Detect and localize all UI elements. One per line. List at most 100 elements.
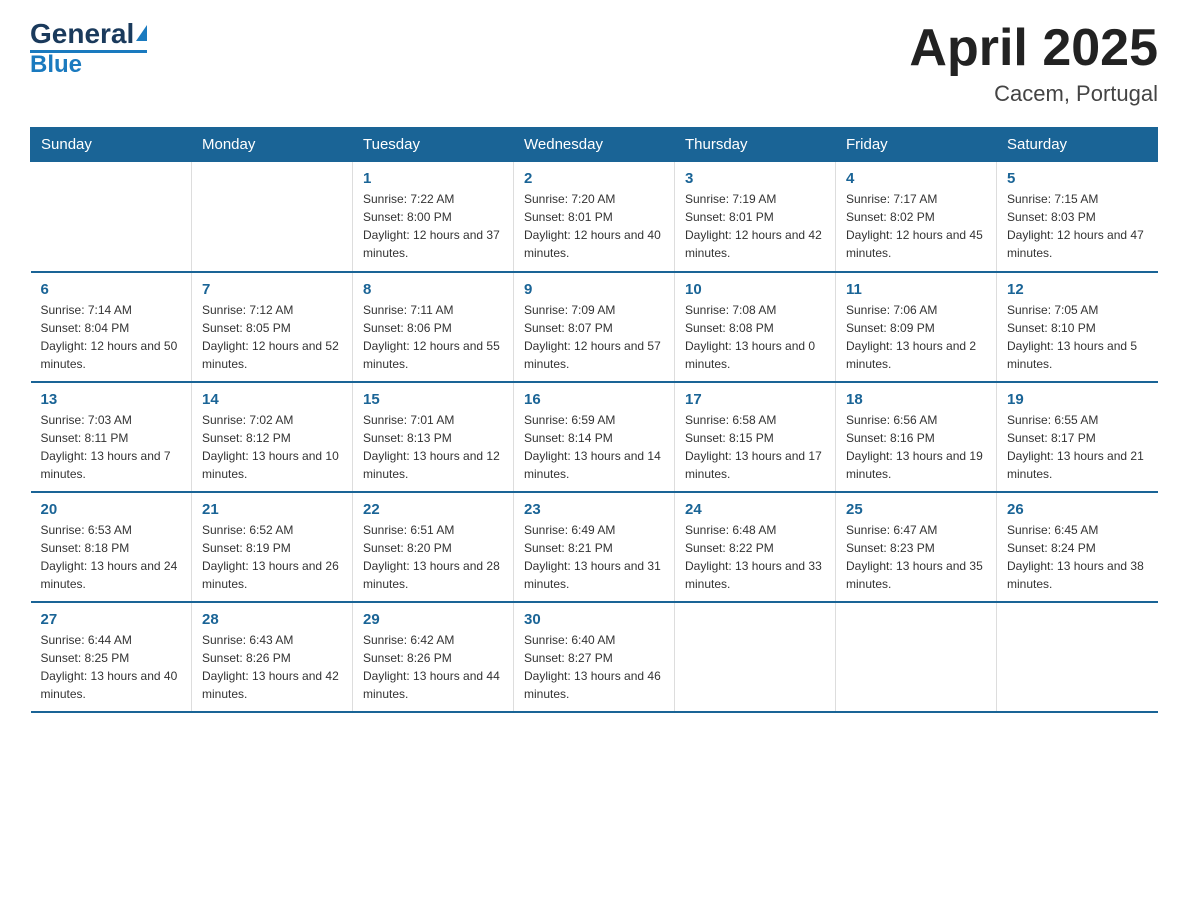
day-number: 27 <box>41 611 182 628</box>
day-info: Sunrise: 7:14 AMSunset: 8:04 PMDaylight:… <box>41 303 178 371</box>
day-number: 10 <box>685 281 825 298</box>
day-number: 8 <box>363 281 503 298</box>
logo-text-dark: General <box>30 20 134 48</box>
table-row: 22 Sunrise: 6:51 AMSunset: 8:20 PMDaylig… <box>353 492 514 602</box>
table-row: 25 Sunrise: 6:47 AMSunset: 8:23 PMDaylig… <box>836 492 997 602</box>
day-info: Sunrise: 7:02 AMSunset: 8:12 PMDaylight:… <box>202 413 339 481</box>
day-info: Sunrise: 6:56 AMSunset: 8:16 PMDaylight:… <box>846 413 983 481</box>
table-row: 11 Sunrise: 7:06 AMSunset: 8:09 PMDaylig… <box>836 272 997 382</box>
day-info: Sunrise: 7:01 AMSunset: 8:13 PMDaylight:… <box>363 413 500 481</box>
day-number: 29 <box>363 611 503 628</box>
table-row: 27 Sunrise: 6:44 AMSunset: 8:25 PMDaylig… <box>31 602 192 712</box>
day-number: 11 <box>846 281 986 298</box>
day-info: Sunrise: 6:45 AMSunset: 8:24 PMDaylight:… <box>1007 523 1144 591</box>
day-info: Sunrise: 6:44 AMSunset: 8:25 PMDaylight:… <box>41 633 178 701</box>
title-section: April 2025 Cacem, Portugal <box>909 20 1158 107</box>
day-info: Sunrise: 7:15 AMSunset: 8:03 PMDaylight:… <box>1007 192 1144 260</box>
day-number: 25 <box>846 501 986 518</box>
day-number: 19 <box>1007 391 1148 408</box>
table-row: 16 Sunrise: 6:59 AMSunset: 8:14 PMDaylig… <box>514 382 675 492</box>
day-info: Sunrise: 7:08 AMSunset: 8:08 PMDaylight:… <box>685 303 815 371</box>
table-row: 2 Sunrise: 7:20 AMSunset: 8:01 PMDayligh… <box>514 162 675 272</box>
col-friday: Friday <box>836 128 997 162</box>
table-row: 15 Sunrise: 7:01 AMSunset: 8:13 PMDaylig… <box>353 382 514 492</box>
day-number: 30 <box>524 611 664 628</box>
calendar-table: Sunday Monday Tuesday Wednesday Thursday… <box>30 127 1158 713</box>
table-row: 13 Sunrise: 7:03 AMSunset: 8:11 PMDaylig… <box>31 382 192 492</box>
col-tuesday: Tuesday <box>353 128 514 162</box>
day-number: 1 <box>363 170 503 187</box>
table-row: 7 Sunrise: 7:12 AMSunset: 8:05 PMDayligh… <box>192 272 353 382</box>
day-info: Sunrise: 6:48 AMSunset: 8:22 PMDaylight:… <box>685 523 822 591</box>
table-row: 19 Sunrise: 6:55 AMSunset: 8:17 PMDaylig… <box>997 382 1158 492</box>
table-row: 28 Sunrise: 6:43 AMSunset: 8:26 PMDaylig… <box>192 602 353 712</box>
day-number: 15 <box>363 391 503 408</box>
day-number: 24 <box>685 501 825 518</box>
logo: General Blue <box>30 20 147 77</box>
table-row: 14 Sunrise: 7:02 AMSunset: 8:12 PMDaylig… <box>192 382 353 492</box>
day-number: 4 <box>846 170 986 187</box>
table-row: 12 Sunrise: 7:05 AMSunset: 8:10 PMDaylig… <box>997 272 1158 382</box>
col-wednesday: Wednesday <box>514 128 675 162</box>
day-info: Sunrise: 7:09 AMSunset: 8:07 PMDaylight:… <box>524 303 661 371</box>
day-info: Sunrise: 7:22 AMSunset: 8:00 PMDaylight:… <box>363 192 500 260</box>
day-number: 14 <box>202 391 342 408</box>
day-number: 13 <box>41 391 182 408</box>
calendar-title: April 2025 <box>909 20 1158 77</box>
table-row: 20 Sunrise: 6:53 AMSunset: 8:18 PMDaylig… <box>31 492 192 602</box>
day-info: Sunrise: 6:55 AMSunset: 8:17 PMDaylight:… <box>1007 413 1144 481</box>
table-row: 9 Sunrise: 7:09 AMSunset: 8:07 PMDayligh… <box>514 272 675 382</box>
table-row <box>675 602 836 712</box>
table-row: 8 Sunrise: 7:11 AMSunset: 8:06 PMDayligh… <box>353 272 514 382</box>
day-number: 17 <box>685 391 825 408</box>
day-info: Sunrise: 6:43 AMSunset: 8:26 PMDaylight:… <box>202 633 339 701</box>
day-info: Sunrise: 6:58 AMSunset: 8:15 PMDaylight:… <box>685 413 822 481</box>
table-row: 10 Sunrise: 7:08 AMSunset: 8:08 PMDaylig… <box>675 272 836 382</box>
day-info: Sunrise: 7:19 AMSunset: 8:01 PMDaylight:… <box>685 192 822 260</box>
day-info: Sunrise: 6:59 AMSunset: 8:14 PMDaylight:… <box>524 413 661 481</box>
table-row: 3 Sunrise: 7:19 AMSunset: 8:01 PMDayligh… <box>675 162 836 272</box>
day-info: Sunrise: 6:53 AMSunset: 8:18 PMDaylight:… <box>41 523 178 591</box>
col-saturday: Saturday <box>997 128 1158 162</box>
day-number: 22 <box>363 501 503 518</box>
logo-text-blue: Blue <box>30 53 82 77</box>
day-number: 26 <box>1007 501 1148 518</box>
table-row: 24 Sunrise: 6:48 AMSunset: 8:22 PMDaylig… <box>675 492 836 602</box>
table-row <box>31 162 192 272</box>
calendar-body: 1 Sunrise: 7:22 AMSunset: 8:00 PMDayligh… <box>31 162 1158 712</box>
table-row: 6 Sunrise: 7:14 AMSunset: 8:04 PMDayligh… <box>31 272 192 382</box>
day-info: Sunrise: 7:17 AMSunset: 8:02 PMDaylight:… <box>846 192 983 260</box>
table-row: 18 Sunrise: 6:56 AMSunset: 8:16 PMDaylig… <box>836 382 997 492</box>
day-number: 12 <box>1007 281 1148 298</box>
col-sunday: Sunday <box>31 128 192 162</box>
day-info: Sunrise: 6:47 AMSunset: 8:23 PMDaylight:… <box>846 523 983 591</box>
calendar-header: Sunday Monday Tuesday Wednesday Thursday… <box>31 128 1158 162</box>
day-number: 28 <box>202 611 342 628</box>
day-number: 18 <box>846 391 986 408</box>
day-info: Sunrise: 6:52 AMSunset: 8:19 PMDaylight:… <box>202 523 339 591</box>
calendar-subtitle: Cacem, Portugal <box>909 81 1158 107</box>
day-info: Sunrise: 6:51 AMSunset: 8:20 PMDaylight:… <box>363 523 500 591</box>
table-row: 29 Sunrise: 6:42 AMSunset: 8:26 PMDaylig… <box>353 602 514 712</box>
day-info: Sunrise: 6:49 AMSunset: 8:21 PMDaylight:… <box>524 523 661 591</box>
day-info: Sunrise: 7:03 AMSunset: 8:11 PMDaylight:… <box>41 413 171 481</box>
day-info: Sunrise: 7:06 AMSunset: 8:09 PMDaylight:… <box>846 303 976 371</box>
day-number: 20 <box>41 501 182 518</box>
col-thursday: Thursday <box>675 128 836 162</box>
table-row: 1 Sunrise: 7:22 AMSunset: 8:00 PMDayligh… <box>353 162 514 272</box>
table-row: 17 Sunrise: 6:58 AMSunset: 8:15 PMDaylig… <box>675 382 836 492</box>
day-info: Sunrise: 6:40 AMSunset: 8:27 PMDaylight:… <box>524 633 661 701</box>
day-number: 7 <box>202 281 342 298</box>
day-number: 3 <box>685 170 825 187</box>
day-info: Sunrise: 7:20 AMSunset: 8:01 PMDaylight:… <box>524 192 661 260</box>
day-number: 5 <box>1007 170 1148 187</box>
day-info: Sunrise: 7:05 AMSunset: 8:10 PMDaylight:… <box>1007 303 1137 371</box>
table-row: 23 Sunrise: 6:49 AMSunset: 8:21 PMDaylig… <box>514 492 675 602</box>
day-number: 23 <box>524 501 664 518</box>
day-number: 9 <box>524 281 664 298</box>
page-header: General Blue April 2025 Cacem, Portugal <box>30 20 1158 107</box>
table-row: 30 Sunrise: 6:40 AMSunset: 8:27 PMDaylig… <box>514 602 675 712</box>
day-number: 6 <box>41 281 182 298</box>
table-row: 26 Sunrise: 6:45 AMSunset: 8:24 PMDaylig… <box>997 492 1158 602</box>
day-number: 16 <box>524 391 664 408</box>
